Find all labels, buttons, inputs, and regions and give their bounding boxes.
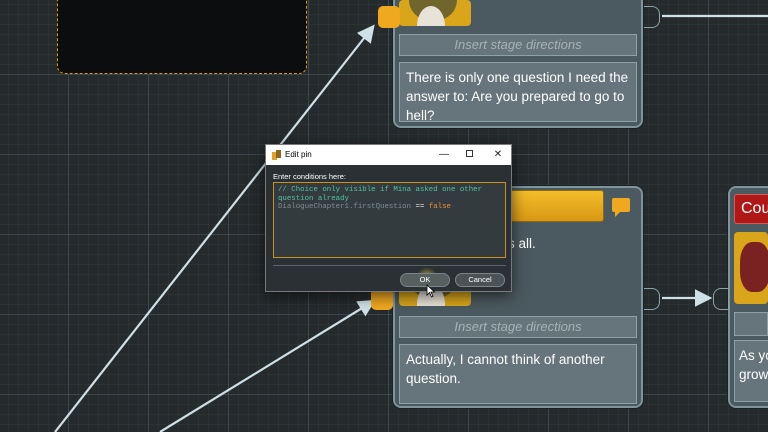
- conditions-editor[interactable]: // Choice only visible if Mina asked one…: [273, 182, 506, 258]
- speaker-name-bar[interactable]: [508, 190, 604, 222]
- dialog-separator: [273, 265, 506, 266]
- input-pin[interactable]: [378, 6, 400, 28]
- speaker-name-label: Cou: [734, 194, 768, 224]
- stage-directions-field[interactable]: [734, 312, 768, 336]
- conditions-prompt: Enter conditions here:: [273, 172, 346, 181]
- stage-directions-field[interactable]: Insert stage directions: [399, 316, 637, 338]
- minimize-button[interactable]: —: [432, 145, 456, 165]
- cancel-button[interactable]: Cancel: [455, 273, 505, 287]
- comment-icon[interactable]: [612, 198, 630, 217]
- dialog-title: Edit pin: [285, 150, 312, 159]
- maximize-button[interactable]: [457, 145, 481, 165]
- code-operator: ==: [411, 203, 429, 212]
- dialogue-text[interactable]: As yo grow: [734, 340, 768, 402]
- input-pin[interactable]: [713, 288, 729, 310]
- code-comment-line: question already: [278, 194, 349, 203]
- dialogue-text-partial: s all.: [508, 236, 536, 251]
- ok-button[interactable]: OK: [400, 273, 450, 287]
- mouse-cursor-icon: [426, 284, 436, 298]
- edit-pin-dialog: Edit pin — ✕ Enter conditions here: // C…: [265, 144, 512, 298]
- dialogue-node-top[interactable]: Insert stage directions There is only on…: [393, 0, 643, 128]
- stage-directions-field[interactable]: Insert stage directions: [399, 34, 637, 56]
- code-identifier: DialogueChapter1.firstQuestion: [278, 203, 412, 212]
- app-icon: [272, 150, 281, 160]
- code-keyword: false: [428, 203, 451, 212]
- character-portrait: [399, 0, 471, 26]
- empty-node[interactable]: [57, 0, 307, 74]
- maximize-icon: [465, 150, 473, 157]
- close-button[interactable]: ✕: [486, 145, 510, 165]
- output-pin[interactable]: [644, 6, 660, 28]
- code-comment-line: // Choice only visible if Mina asked one…: [278, 186, 483, 194]
- dialogue-text[interactable]: Actually, I cannot think of another ques…: [399, 344, 637, 404]
- dialogue-text[interactable]: There is only one question I need the an…: [399, 62, 637, 123]
- dialog-titlebar[interactable]: Edit pin — ✕: [266, 145, 511, 165]
- connection-line-2: [159, 299, 376, 432]
- character-portrait: [734, 232, 768, 304]
- output-pin[interactable]: [644, 288, 660, 310]
